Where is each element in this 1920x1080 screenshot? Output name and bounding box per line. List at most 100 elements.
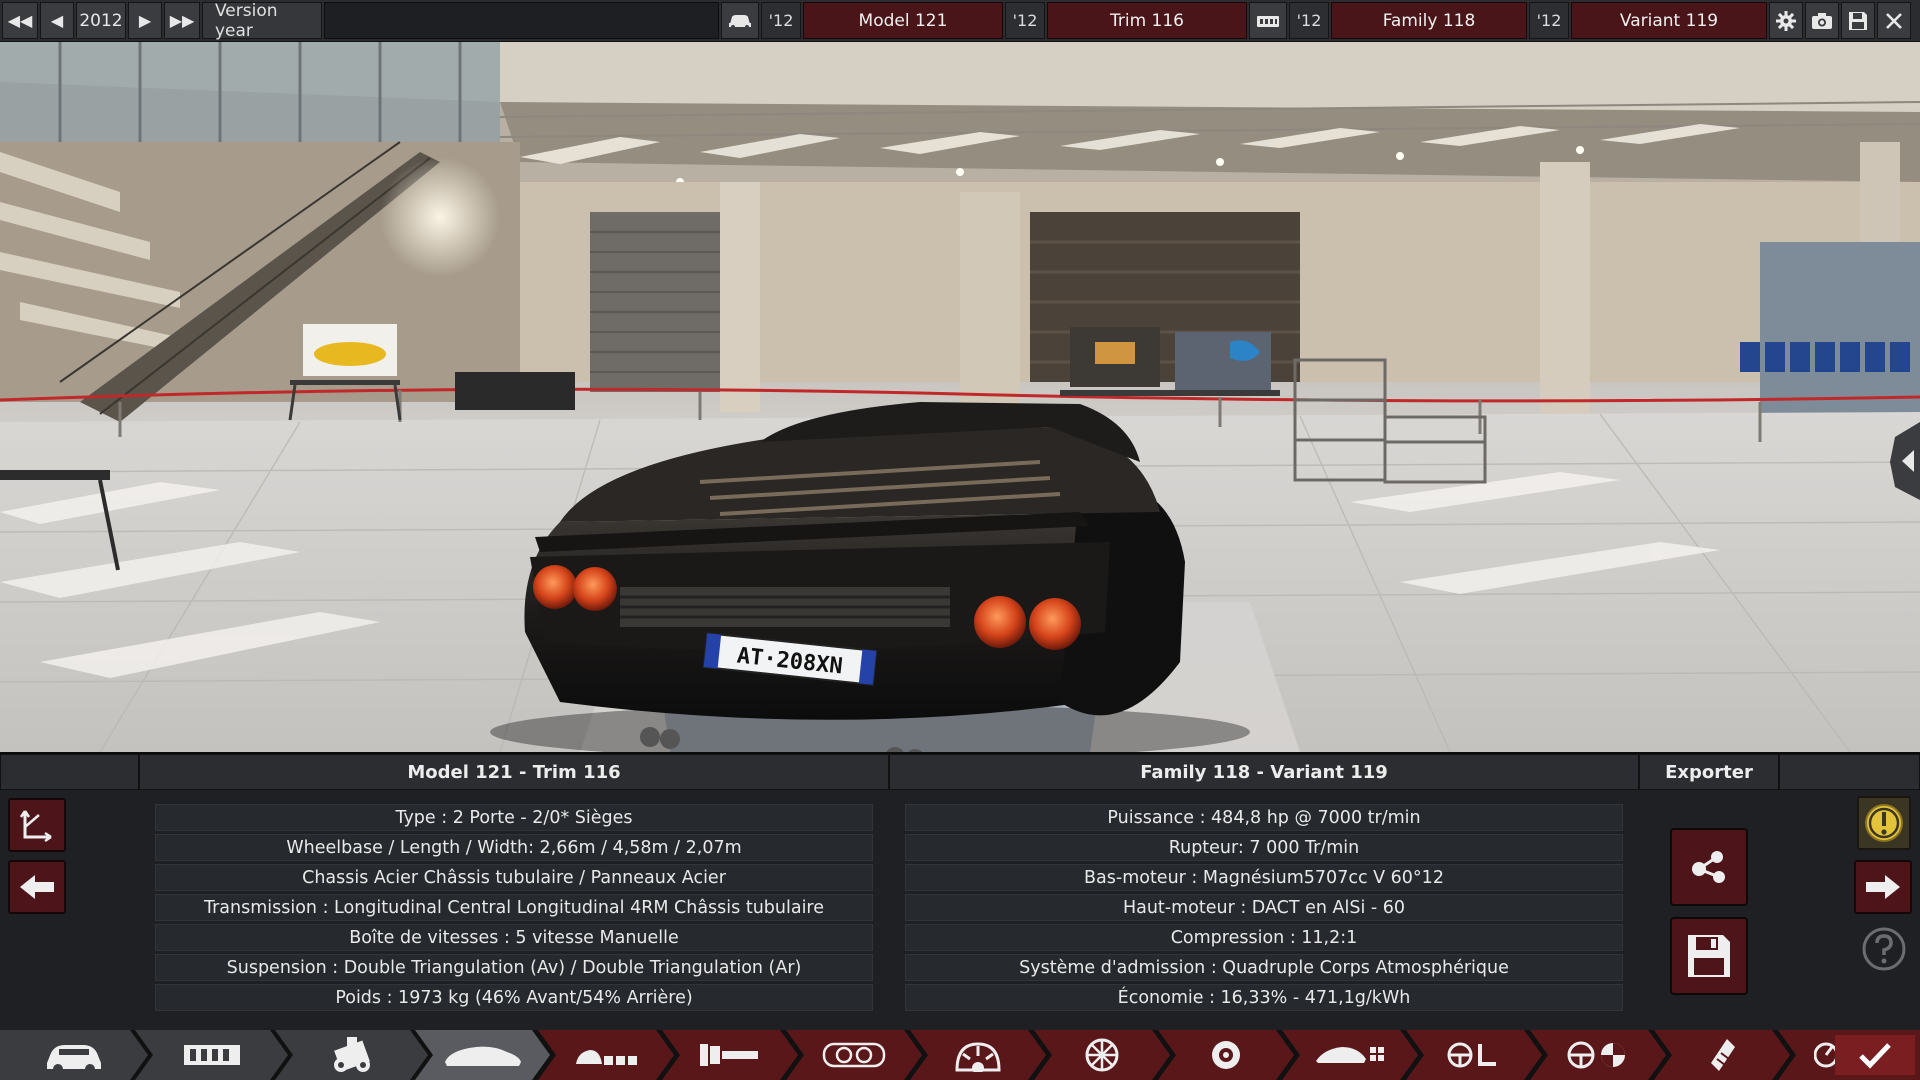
- next-fast-button[interactable]: ▶▶: [164, 2, 200, 39]
- left-panel-title: Model 121 - Trim 116: [139, 754, 889, 790]
- car-body-icon: [47, 1045, 101, 1073]
- tool-fixtures[interactable]: [662, 1030, 798, 1080]
- floppy-disk-icon: [1688, 935, 1730, 977]
- info-type: Type : 2 Porte - 2/0* Sièges: [155, 804, 873, 831]
- tool-driveability[interactable]: [1406, 1030, 1542, 1080]
- next-button[interactable]: [1854, 860, 1912, 914]
- tool-car[interactable]: [0, 1030, 148, 1080]
- prev-year-button[interactable]: ◀: [40, 2, 74, 39]
- engine-icon: [333, 1037, 370, 1072]
- info-top-end: Haut-moteur : DACT en AlSi - 60: [905, 894, 1623, 921]
- tool-fuel[interactable]: [1654, 1030, 1790, 1080]
- settings-button[interactable]: [1769, 2, 1803, 39]
- tool-engine[interactable]: [275, 1030, 428, 1080]
- crash-test-icon: [1567, 1041, 1625, 1069]
- interior-icon: [822, 1042, 886, 1068]
- engine-block-icon: [1257, 15, 1279, 27]
- showroom-scene: AT·208XN: [0, 42, 1920, 752]
- panel-header-blank-right: [1779, 754, 1920, 790]
- aero-icon: [1316, 1047, 1384, 1063]
- floppy-disk-icon: [1849, 11, 1867, 30]
- trim-selector[interactable]: Trim 116: [1047, 2, 1247, 39]
- info-dimensions: Wheelbase / Length / Width: 2,66m / 4,58…: [155, 834, 873, 861]
- fuel-icon: [1711, 1039, 1735, 1071]
- brake-disc-icon: [1212, 1041, 1240, 1069]
- check-icon: [1859, 1043, 1891, 1069]
- body-shape-icon: [444, 1046, 521, 1066]
- info-panel: Model 121 - Trim 116 Family 118 - Varian…: [0, 752, 1920, 1030]
- tool-chassis[interactable]: [135, 1030, 288, 1080]
- steering-seat-icon: [1447, 1042, 1496, 1068]
- garage-door: [590, 212, 720, 392]
- camera-icon: [1812, 12, 1832, 29]
- tool-body-shape[interactable]: [415, 1030, 550, 1080]
- trim-year: '12: [1005, 2, 1045, 39]
- info-redline: Rupteur: 7 000 Tr/min: [905, 834, 1623, 861]
- play-icon: ▶: [138, 11, 152, 30]
- model-trim-info: Type : 2 Porte - 2/0* Sièges Wheelbase /…: [155, 804, 873, 1011]
- next-year-button[interactable]: ▶: [128, 2, 162, 39]
- topbar-spacer: [324, 2, 719, 39]
- top-bar: ◀◀ ◀ 2012 ▶ ▶▶ Version year '12 Model 12…: [0, 0, 1920, 42]
- tool-wheels[interactable]: [1034, 1030, 1170, 1080]
- close-icon: [1886, 12, 1902, 29]
- export-save-button[interactable]: [1670, 917, 1748, 995]
- car-front-icon: [729, 14, 751, 29]
- model-selector[interactable]: Model 121: [803, 2, 1003, 39]
- trim-icon: [576, 1050, 637, 1065]
- version-year-label: Version year: [202, 1, 322, 41]
- gear-icon: [1776, 10, 1796, 31]
- tool-safety[interactable]: [1530, 1030, 1666, 1080]
- family-year: '12: [1289, 2, 1329, 39]
- info-compression: Compression : 11,2:1: [905, 924, 1623, 951]
- back-icon: ◀: [50, 11, 64, 30]
- engine-family-button[interactable]: [1249, 2, 1287, 39]
- rewind-icon: ◀◀: [7, 11, 33, 30]
- fast-forward-icon: ▶▶: [169, 11, 195, 30]
- info-economy: Économie : 16,33% - 471,1g/kWh: [905, 984, 1623, 1011]
- info-suspension: Suspension : Double Triangulation (Av) /…: [155, 954, 873, 981]
- fixtures-icon: [700, 1044, 758, 1066]
- tool-trim[interactable]: [538, 1030, 674, 1080]
- info-chassis: Chassis Acier Châssis tubulaire / Pannea…: [155, 864, 873, 891]
- suspension-icon: [955, 1042, 1001, 1072]
- panel-header-blank-left: [0, 754, 139, 790]
- chassis-icon: [183, 1045, 240, 1065]
- screenshot-button[interactable]: [1805, 2, 1839, 39]
- prev-fast-button[interactable]: ◀◀: [2, 2, 38, 39]
- variant-selector[interactable]: Variant 119: [1571, 2, 1767, 39]
- warning-button[interactable]: [1857, 796, 1911, 850]
- tool-aero[interactable]: [1282, 1030, 1418, 1080]
- info-gearbox: Boîte de vitesses : 5 vitesse Manuelle: [155, 924, 873, 951]
- export-share-button[interactable]: [1670, 828, 1748, 906]
- question-icon: [1862, 927, 1906, 971]
- info-weight: Poids : 1973 kg (46% Avant/54% Arrière): [155, 984, 873, 1011]
- design-toolbar: [0, 1030, 1920, 1080]
- family-selector[interactable]: Family 118: [1331, 2, 1527, 39]
- info-transmission: Transmission : Longitudinal Central Long…: [155, 894, 873, 921]
- info-power: Puissance : 484,8 hp @ 7000 tr/min: [905, 804, 1623, 831]
- model-year: '12: [761, 2, 801, 39]
- right-panel-title: Family 118 - Variant 119: [889, 754, 1639, 790]
- tool-interior[interactable]: [786, 1030, 922, 1080]
- back-button[interactable]: [8, 860, 66, 914]
- model-car-button[interactable]: [721, 2, 759, 39]
- family-variant-info: Puissance : 484,8 hp @ 7000 tr/min Rupte…: [905, 804, 1623, 1011]
- export-title: Exporter: [1639, 754, 1779, 790]
- save-button[interactable]: [1841, 2, 1875, 39]
- tool-brakes[interactable]: [1158, 1030, 1294, 1080]
- wheel-icon: [1085, 1038, 1119, 1072]
- share-icon: [1692, 851, 1725, 883]
- close-button[interactable]: [1877, 2, 1911, 39]
- info-intake: Système d'admission : Quadruple Corps At…: [905, 954, 1623, 981]
- tool-suspension[interactable]: [910, 1030, 1046, 1080]
- help-button[interactable]: [1861, 926, 1907, 972]
- arrow-right-icon: [1866, 875, 1900, 899]
- info-bottom-end: Bas-moteur : Magnésium5707cc V 60°12: [905, 864, 1623, 891]
- axis-icon: [19, 810, 52, 843]
- variant-year: '12: [1529, 2, 1569, 39]
- year-field[interactable]: 2012: [76, 2, 126, 39]
- confirm-button[interactable]: [1835, 1035, 1915, 1075]
- car-viewport[interactable]: AT·208XN: [0, 42, 1920, 752]
- chassis-geometry-button[interactable]: [8, 798, 66, 852]
